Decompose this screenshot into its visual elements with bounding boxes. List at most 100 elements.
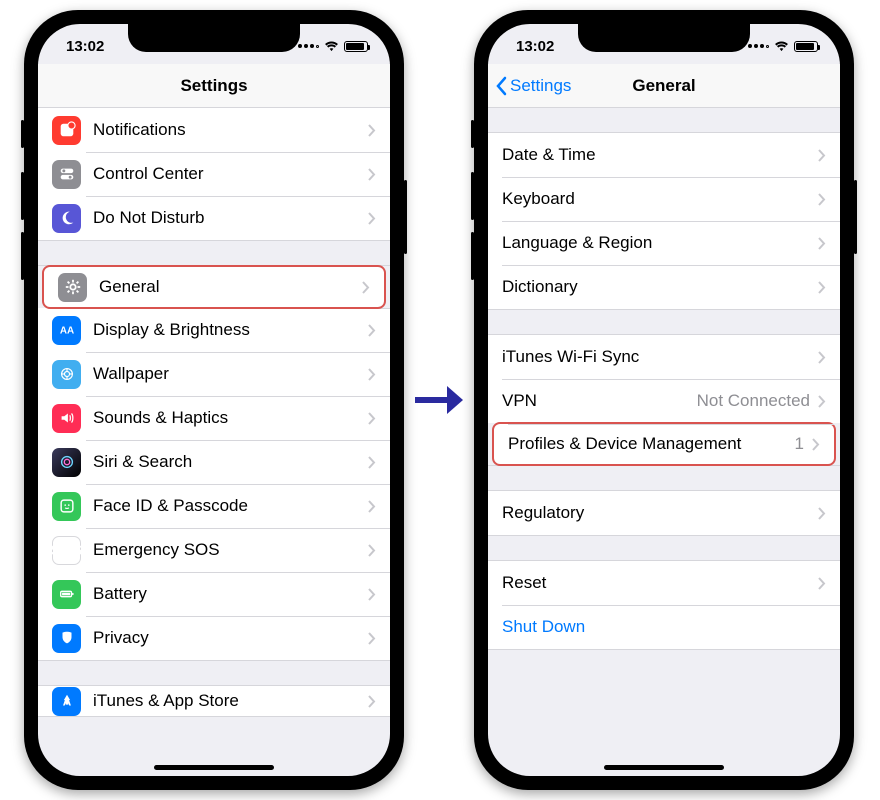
nav-bar: Settings	[38, 64, 390, 108]
battery-icon	[344, 41, 368, 52]
general-group-4: Reset Shut Down	[488, 560, 840, 650]
home-indicator[interactable]	[604, 765, 724, 770]
sounds-haptics-label: Sounds & Haptics	[93, 408, 368, 428]
cellular-icon	[748, 44, 769, 48]
settings-row-wallpaper[interactable]: Wallpaper	[38, 352, 390, 396]
face-id-passcode-icon	[52, 492, 81, 521]
wallpaper-label: Wallpaper	[93, 364, 368, 384]
chevron-right-icon	[362, 281, 370, 294]
settings-row-siri-search[interactable]: Siri & Search	[38, 440, 390, 484]
phone-general: 13:02 Settings General Date & Time	[474, 10, 854, 790]
back-label: Settings	[510, 76, 571, 96]
control-center-icon	[52, 160, 81, 189]
language-region-label: Language & Region	[502, 233, 818, 253]
settings-row-battery[interactable]: Battery	[38, 572, 390, 616]
general-row-shut-down[interactable]: Shut Down	[488, 605, 840, 649]
privacy-icon	[52, 624, 81, 653]
settings-row-sounds-haptics[interactable]: Sounds & Haptics	[38, 396, 390, 440]
chevron-right-icon	[368, 588, 376, 601]
general-label: General	[99, 277, 362, 297]
general-row-keyboard[interactable]: Keyboard	[488, 177, 840, 221]
nav-title: Settings	[180, 76, 247, 96]
battery-icon	[794, 41, 818, 52]
side-button	[854, 180, 857, 254]
chevron-right-icon	[818, 193, 826, 206]
screen: 13:02 Settings General Date & Time	[488, 24, 840, 776]
side-button	[404, 180, 407, 254]
nav-bar: Settings General	[488, 64, 840, 108]
chevron-right-icon	[368, 632, 376, 645]
display-brightness-label: Display & Brightness	[93, 320, 368, 340]
general-row-vpn[interactable]: VPN Not Connected	[488, 379, 840, 423]
general-row-itunes-wifi-sync[interactable]: iTunes Wi-Fi Sync	[488, 335, 840, 379]
svg-text:A: A	[62, 696, 71, 709]
chevron-right-icon	[818, 351, 826, 364]
privacy-label: Privacy	[93, 628, 368, 648]
chevron-right-icon	[368, 324, 376, 337]
chevron-right-icon	[368, 124, 376, 137]
itunes-app-store-label: iTunes & App Store	[93, 691, 368, 711]
home-indicator[interactable]	[154, 765, 274, 770]
phone-settings: 13:02 Settings Notifications	[24, 10, 404, 790]
chevron-right-icon	[368, 168, 376, 181]
settings-row-do-not-disturb[interactable]: Do Not Disturb	[38, 196, 390, 240]
display-brightness-icon: AA	[52, 316, 81, 345]
general-row-regulatory[interactable]: Regulatory	[488, 491, 840, 535]
do-not-disturb-label: Do Not Disturb	[93, 208, 368, 228]
dictionary-label: Dictionary	[502, 277, 818, 297]
settings-row-control-center[interactable]: Control Center	[38, 152, 390, 196]
chevron-right-icon	[368, 412, 376, 425]
volume-up-button	[471, 172, 474, 220]
shut-down-label: Shut Down	[502, 617, 826, 637]
do-not-disturb-icon	[52, 204, 81, 233]
silent-switch	[471, 120, 474, 148]
emergency-sos-icon: SOS	[52, 536, 81, 565]
battery-icon	[52, 580, 81, 609]
siri-search-label: Siri & Search	[93, 452, 368, 472]
settings-row-display-brightness[interactable]: AA Display & Brightness	[38, 308, 390, 352]
status-time: 13:02	[66, 38, 104, 55]
settings-row-emergency-sos[interactable]: SOS Emergency SOS	[38, 528, 390, 572]
settings-row-general[interactable]: General	[42, 265, 386, 309]
volume-down-button	[21, 232, 24, 280]
settings-group-3: A iTunes & App Store	[38, 685, 390, 717]
general-row-dictionary[interactable]: Dictionary	[488, 265, 840, 309]
itunes-wifi-sync-label: iTunes Wi-Fi Sync	[502, 347, 818, 367]
chevron-right-icon	[818, 149, 826, 162]
wallpaper-icon	[52, 360, 81, 389]
settings-row-itunes-app-store[interactable]: A iTunes & App Store	[38, 686, 390, 716]
volume-up-button	[21, 172, 24, 220]
general-list[interactable]: Date & Time Keyboard Language & Region D…	[488, 108, 840, 776]
regulatory-label: Regulatory	[502, 503, 818, 523]
general-row-language-region[interactable]: Language & Region	[488, 221, 840, 265]
status-right	[748, 41, 818, 52]
general-row-reset[interactable]: Reset	[488, 561, 840, 605]
chevron-right-icon	[368, 544, 376, 557]
general-row-date-time[interactable]: Date & Time	[488, 133, 840, 177]
chevron-right-icon	[818, 281, 826, 294]
screen: 13:02 Settings Notifications	[38, 24, 390, 776]
status-time: 13:02	[516, 38, 554, 55]
emergency-sos-label: Emergency SOS	[93, 540, 368, 560]
notifications-label: Notifications	[93, 120, 368, 140]
chevron-right-icon	[818, 577, 826, 590]
wifi-icon	[324, 41, 339, 52]
settings-list[interactable]: Notifications Control Center Do Not Dist…	[38, 108, 390, 776]
wifi-icon	[774, 41, 789, 52]
settings-row-notifications[interactable]: Notifications	[38, 108, 390, 152]
settings-group-2: General AA Display & Brightness Wallpape…	[38, 265, 390, 661]
notifications-icon	[52, 116, 81, 145]
settings-row-privacy[interactable]: Privacy	[38, 616, 390, 660]
siri-search-icon	[52, 448, 81, 477]
chevron-right-icon	[818, 507, 826, 520]
sounds-haptics-icon	[52, 404, 81, 433]
back-button[interactable]: Settings	[494, 64, 571, 107]
date-time-label: Date & Time	[502, 145, 818, 165]
keyboard-label: Keyboard	[502, 189, 818, 209]
silent-switch	[21, 120, 24, 148]
general-row-profiles-device-management[interactable]: Profiles & Device Management 1	[492, 422, 836, 466]
settings-row-face-id-passcode[interactable]: Face ID & Passcode	[38, 484, 390, 528]
chevron-left-icon	[494, 76, 508, 96]
general-group-3: Regulatory	[488, 490, 840, 536]
vpn-label: VPN	[502, 391, 697, 411]
